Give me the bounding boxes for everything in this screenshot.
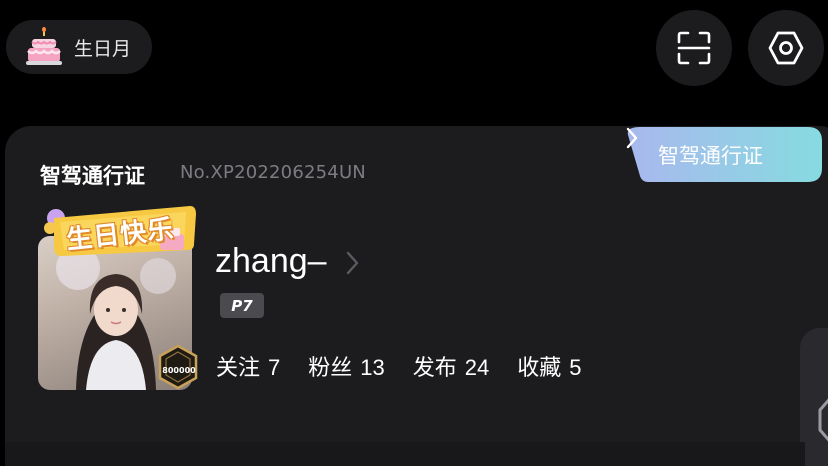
driving-pass-tag-label: 智驾通行证: [658, 144, 763, 168]
stats-row: 关注 7 粉丝 13 发布 24 收藏 5: [216, 350, 610, 382]
stat-value: 7: [268, 355, 281, 380]
profile-screen: 生日月 智驾通行证 No.XP202206254UN 智驾通行证 生日快乐 80…: [0, 0, 828, 466]
birthday-cake-icon: [26, 27, 62, 65]
avatar[interactable]: 生日快乐 800000: [38, 204, 198, 390]
chevron-right-icon: [626, 127, 638, 149]
medal-badge-text: 800000: [162, 366, 196, 375]
birthday-month-button[interactable]: 生日月: [6, 20, 152, 74]
card-footer: [5, 442, 805, 466]
stat-label: 粉丝: [308, 356, 353, 381]
stat-followers[interactable]: 粉丝 13: [308, 350, 385, 382]
stat-label: 发布: [412, 356, 457, 381]
stat-posts[interactable]: 发布 24: [413, 350, 490, 382]
birthday-month-label: 生日月: [74, 37, 132, 60]
level-badge: P7: [220, 293, 264, 318]
stat-label: 关注: [216, 356, 261, 381]
driving-pass-tag[interactable]: 智驾通行证: [626, 127, 822, 182]
hexagon-settings-icon: [768, 31, 804, 65]
stat-label: 收藏: [517, 356, 562, 381]
stat-favorites[interactable]: 收藏 5: [517, 350, 581, 382]
stat-value: 5: [569, 355, 582, 380]
stat-following[interactable]: 关注 7: [216, 350, 280, 382]
hexagon-icon: [818, 398, 828, 442]
username[interactable]: zhang–: [215, 242, 327, 281]
scan-icon: [677, 31, 711, 65]
stat-value: 24: [464, 355, 490, 380]
settings-button[interactable]: [748, 10, 824, 86]
card-number: No.XP202206254UN: [180, 162, 366, 183]
card-title: 智驾通行证: [40, 164, 145, 188]
scan-button[interactable]: [656, 10, 732, 86]
chevron-right-icon[interactable]: [344, 250, 360, 276]
stat-value: 13: [360, 355, 385, 380]
